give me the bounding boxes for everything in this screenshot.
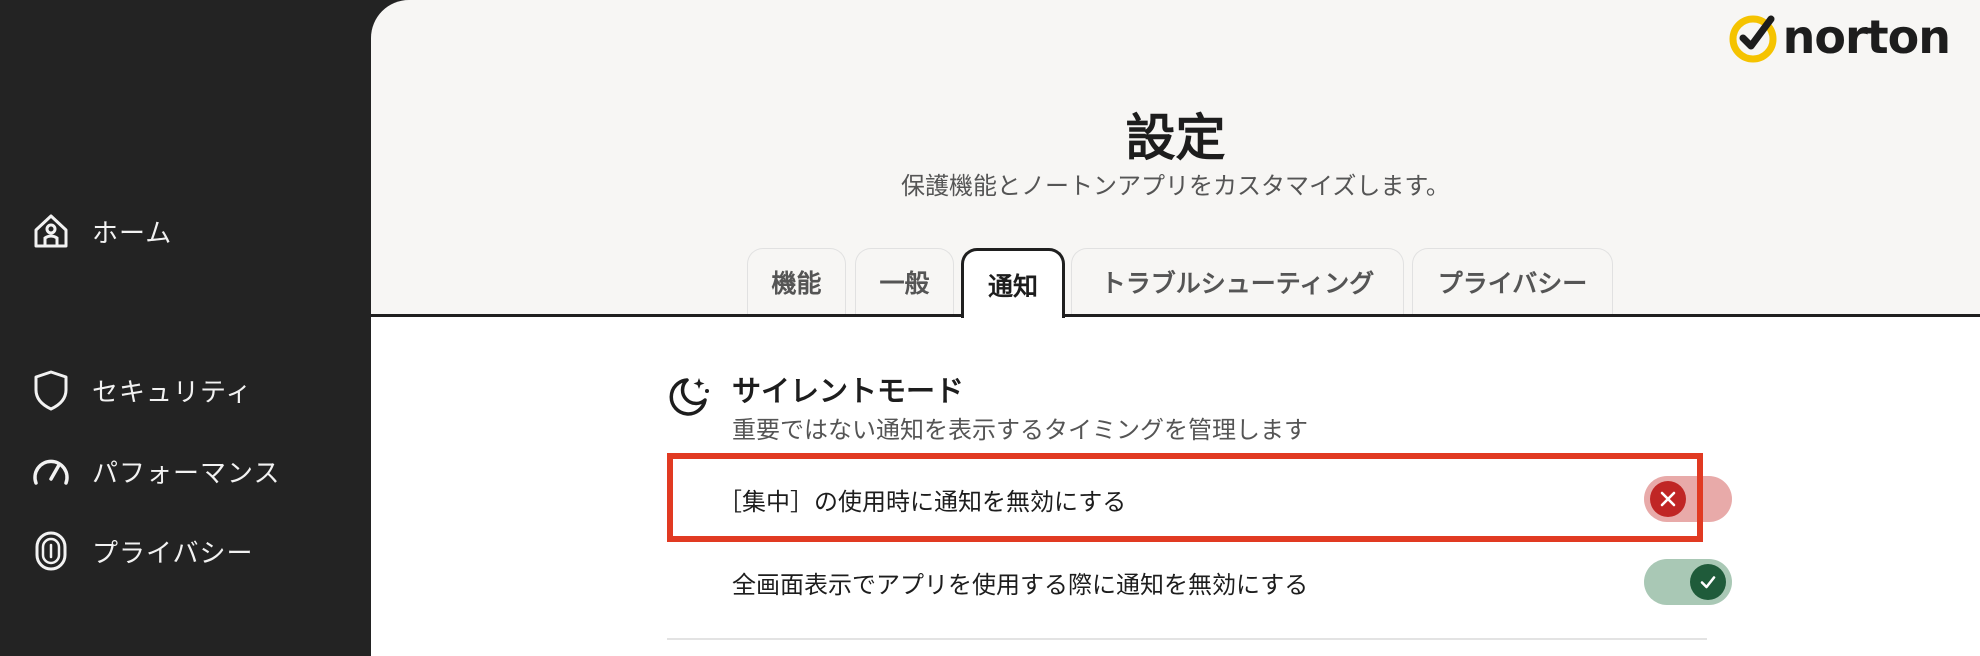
tab-features[interactable]: 機能: [747, 248, 846, 314]
setting-label: ［集中］の使用時に通知を無効にする: [718, 487, 1127, 516]
section-divider: [667, 638, 1707, 640]
tab-label: 機能: [771, 268, 822, 298]
sidebar-item-security[interactable]: セキュリティ: [30, 369, 252, 411]
home-icon: [30, 210, 72, 252]
tab-notifications[interactable]: 通知: [961, 248, 1065, 318]
tab-label: 通知: [987, 271, 1038, 301]
sidebar-item-performance[interactable]: パフォーマンス: [30, 450, 280, 492]
tab-label: プライバシー: [1437, 268, 1588, 298]
sidebar-item-home[interactable]: ホーム: [30, 210, 172, 252]
sidebar: ホーム セキュリティ パフォーマンス プライバシー: [0, 0, 371, 656]
toggle-knob: [1650, 481, 1686, 517]
sidebar-item-label: パフォーマンス: [92, 458, 281, 489]
close-icon: [1660, 491, 1676, 507]
section-title: サイレントモード: [732, 374, 965, 408]
sidebar-item-label: ホーム: [92, 218, 173, 249]
shield-icon: [30, 369, 72, 411]
page-title: 設定: [1125, 109, 1226, 167]
toggle-knob: [1690, 564, 1726, 600]
sidebar-item-privacy[interactable]: プライバシー: [30, 530, 253, 572]
fullscreen-notifications-toggle[interactable]: [1644, 559, 1732, 605]
setting-row-focus: ［集中］の使用時に通知を無効にする: [718, 476, 1732, 522]
tab-general[interactable]: 一般: [855, 248, 954, 314]
setting-row-fullscreen: 全画面表示でアプリを使用する際に通知を無効にする: [732, 559, 1732, 605]
section-description: 重要ではない通知を表示するタイミングを管理します: [732, 416, 1308, 444]
gauge-icon: [30, 450, 72, 492]
sidebar-item-label: セキュリティ: [92, 377, 253, 408]
norton-check-icon: [1729, 15, 1777, 63]
tab-troubleshooting[interactable]: トラブルシューティング: [1071, 248, 1404, 314]
checkmark-icon: [1700, 576, 1716, 589]
tab-label: トラブルシューティング: [1100, 268, 1375, 298]
fingerprint-icon: [30, 530, 72, 572]
moon-stars-icon: [667, 374, 711, 418]
tab-privacy[interactable]: プライバシー: [1412, 248, 1613, 314]
norton-logo: norton: [1727, 10, 1951, 64]
setting-label: 全画面表示でアプリを使用する際に通知を無効にする: [732, 570, 1309, 599]
logo-text: norton: [1782, 10, 1951, 64]
main-panel: norton 設定 保護機能とノートンアプリをカスタマイズします。 機能 一般 …: [371, 0, 1980, 656]
tabs-divider: [371, 314, 1980, 317]
focus-notifications-toggle[interactable]: [1644, 476, 1732, 522]
tab-label: 一般: [879, 268, 930, 298]
sidebar-item-label: プライバシー: [92, 538, 254, 569]
page-subtitle: 保護機能とノートンアプリをカスタマイズします。: [901, 172, 1450, 200]
